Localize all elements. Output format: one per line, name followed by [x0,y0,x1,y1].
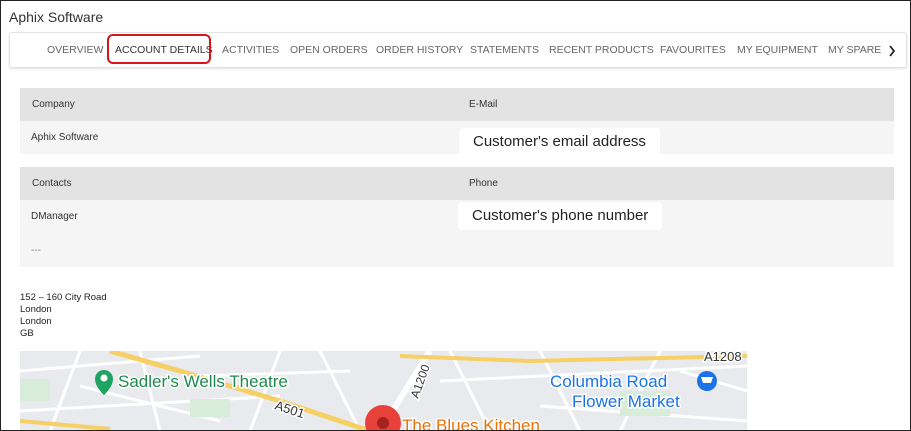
contacts-phone-value-row: DManager --- [20,200,894,267]
address-line-2: London [20,304,52,315]
kitchen-label: The Blues Kitchen [402,416,540,431]
tab-my-spare[interactable]: MY SPARE [828,33,881,67]
company-email-value-row: Aphix Software [20,121,894,154]
tab-statements[interactable]: STATEMENTS [470,33,539,67]
company-value: Aphix Software [31,132,99,143]
window-frame: Aphix Software OVERVIEW ACCOUNT DETAILS … [0,0,911,431]
tab-activities[interactable]: ACTIVITIES [222,33,279,67]
road-label-a1208: A1208 [704,351,742,364]
location-map[interactable]: Sadler's Wells Theatre Columbia Road Flo… [20,351,747,431]
email-header: E-Mail [469,99,498,110]
address-block: 152 – 160 City Road London London GB [20,292,107,340]
account-tab-bar: OVERVIEW ACCOUNT DETAILS ACTIVITIES OPEN… [9,32,907,68]
tab-open-orders[interactable]: OPEN ORDERS [290,33,368,67]
account-title: Aphix Software [9,9,104,25]
company-header: Company [32,99,75,110]
contacts-extra-value: --- [31,245,41,256]
tab-overview[interactable]: OVERVIEW [47,33,103,67]
tab-favourites[interactable]: FAVOURITES [660,33,726,67]
company-email-header-row: Company E-Mail [20,88,894,121]
tab-order-history[interactable]: ORDER HISTORY [376,33,463,67]
tab-my-equipment[interactable]: MY EQUIPMENT [737,33,818,67]
market-label-2: Flower Market [572,392,680,411]
tabs-scroll-right-icon[interactable] [888,33,896,67]
contacts-phone-header-row: Contacts Phone [20,167,894,200]
tab-account-details[interactable]: ACCOUNT DETAILS [115,33,213,67]
phone-header: Phone [469,178,498,189]
address-line-1: 152 – 160 City Road [20,292,107,303]
company-email-section: Company E-Mail Aphix Software [20,88,894,154]
email-callout: Customer's email address [459,128,660,156]
contacts-header: Contacts [32,178,72,189]
tab-recent-products[interactable]: RECENT PRODUCTS [549,33,654,67]
theatre-label: Sadler's Wells Theatre [118,372,288,391]
market-label-1: Columbia Road [550,372,667,391]
contacts-phone-section: Contacts Phone DManager --- [20,167,894,267]
phone-callout: Customer's phone number [458,202,663,230]
map-canvas: Sadler's Wells Theatre Columbia Road Flo… [20,351,747,431]
address-line-3: London [20,316,52,327]
address-line-4: GB [20,328,34,339]
contacts-value: DManager [31,211,78,222]
market-poi-icon[interactable] [697,371,717,391]
